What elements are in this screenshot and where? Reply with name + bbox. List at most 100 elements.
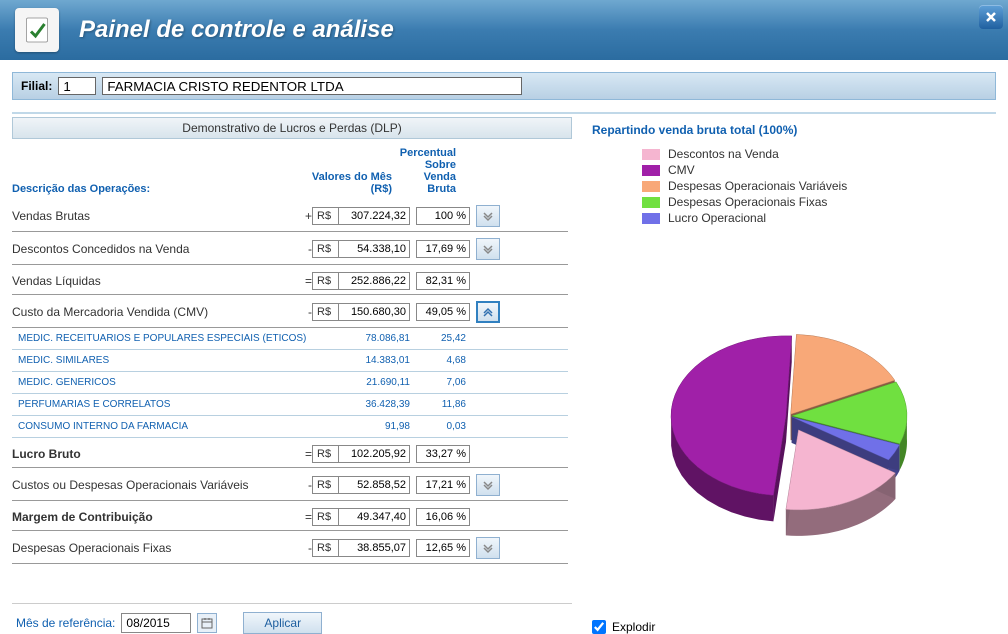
legend-item: Lucro Operacional xyxy=(642,211,996,225)
row-sign: - xyxy=(302,305,312,319)
table-row: Custo da Mercadoria Vendida (CMV)-R$150.… xyxy=(12,295,568,328)
row-value: 49.347,40 xyxy=(338,508,410,526)
chart-legend: Descontos na VendaCMVDespesas Operaciona… xyxy=(582,147,996,227)
filial-label: Filial: xyxy=(21,79,52,93)
subrow-value: 36.428,39 xyxy=(312,399,410,410)
row-value: 252.886,22 xyxy=(338,272,410,290)
row-sign: = xyxy=(302,510,312,524)
table-row: Custos ou Despesas Operacionais Variávei… xyxy=(12,468,568,501)
table-row: Descontos Concedidos na Venda-R$54.338,1… xyxy=(12,232,568,265)
subrow-percent: 11,86 xyxy=(410,399,470,410)
row-desc: Lucro Bruto xyxy=(12,447,302,461)
row-sign: = xyxy=(302,447,312,461)
row-percent: 12,65 % xyxy=(416,539,470,557)
subrow-value: 78.086,81 xyxy=(312,333,410,344)
subrow-desc: CONSUMO INTERNO DA FARMACIA xyxy=(12,421,312,432)
row-currency: R$ xyxy=(312,508,338,526)
row-desc: Custos ou Despesas Operacionais Variávei… xyxy=(12,478,302,492)
chevron-double-down-icon xyxy=(482,210,494,222)
app-title: Painel de controle e análise xyxy=(79,16,394,44)
row-desc: Vendas Brutas xyxy=(12,209,302,223)
chevron-double-down-icon xyxy=(482,479,494,491)
reference-bar: Mês de referência: Aplicar xyxy=(12,604,572,634)
subrow-percent: 7,06 xyxy=(410,377,470,388)
close-button[interactable] xyxy=(979,5,1003,29)
row-value: 307.224,32 xyxy=(338,207,410,225)
column-headers: Descrição das Operações: Valores do Mês … xyxy=(12,143,568,199)
explode-label: Explodir xyxy=(612,620,655,634)
calendar-button[interactable] xyxy=(197,613,217,633)
subrow-value: 21.690,11 xyxy=(312,377,410,388)
table-row: Margem de Contribuição=R$49.347,4016,06 … xyxy=(12,501,568,531)
table-subrow: MEDIC. RECEITUARIOS E POPULARES ESPECIAI… xyxy=(12,328,568,350)
apply-button[interactable]: Aplicar xyxy=(243,612,322,634)
expand-button[interactable] xyxy=(476,205,500,227)
subrow-value: 14.383,01 xyxy=(312,355,410,366)
legend-swatch xyxy=(642,213,660,224)
row-currency: R$ xyxy=(312,303,338,321)
collapse-button[interactable] xyxy=(476,301,500,323)
section-title: Demonstrativo de Lucros e Perdas (DLP) xyxy=(12,117,572,139)
expand-button[interactable] xyxy=(476,537,500,559)
subrow-desc: PERFUMARIAS E CORRELATOS xyxy=(12,399,312,410)
legend-item: Despesas Operacionais Fixas xyxy=(642,195,996,209)
row-value: 38.855,07 xyxy=(338,539,410,557)
explode-checkbox[interactable] xyxy=(592,620,606,634)
app-header: Painel de controle e análise xyxy=(0,0,1008,60)
row-currency: R$ xyxy=(312,445,338,463)
row-currency: R$ xyxy=(312,207,338,225)
ref-month-input[interactable] xyxy=(121,613,191,633)
legend-swatch xyxy=(642,149,660,160)
calendar-icon xyxy=(201,617,213,629)
row-value: 150.680,30 xyxy=(338,303,410,321)
app-logo-icon xyxy=(15,8,59,52)
row-desc: Descontos Concedidos na Venda xyxy=(12,242,302,256)
row-currency: R$ xyxy=(312,476,338,494)
filial-number-input[interactable] xyxy=(58,77,96,95)
row-sign: - xyxy=(302,478,312,492)
ref-label: Mês de referência: xyxy=(16,616,115,630)
row-percent: 100 % xyxy=(416,207,470,225)
row-percent: 17,69 % xyxy=(416,240,470,258)
chart-title: Repartindo venda bruta total (100%) xyxy=(582,117,996,147)
row-currency: R$ xyxy=(312,539,338,557)
row-desc: Vendas Líquidas xyxy=(12,274,302,288)
legend-swatch xyxy=(642,165,660,176)
row-desc: Custo da Mercadoria Vendida (CMV) xyxy=(12,305,302,319)
table-row: Vendas Brutas+R$307.224,32 100 % xyxy=(12,199,568,232)
row-sign: + xyxy=(302,209,312,223)
legend-item: Descontos na Venda xyxy=(642,147,996,161)
legend-item: Despesas Operacionais Variáveis xyxy=(642,179,996,193)
subrow-desc: MEDIC. GENERICOS xyxy=(12,377,312,388)
expand-button[interactable] xyxy=(476,474,500,496)
row-value: 54.338,10 xyxy=(338,240,410,258)
subrow-percent: 4,68 xyxy=(410,355,470,366)
row-sign: = xyxy=(302,274,312,288)
row-value: 52.858,52 xyxy=(338,476,410,494)
legend-swatch xyxy=(642,197,660,208)
row-currency: R$ xyxy=(312,272,338,290)
legend-label: Despesas Operacionais Fixas xyxy=(668,195,827,209)
table-row: Lucro Bruto=R$102.205,92 33,27 % xyxy=(12,438,568,468)
close-icon xyxy=(985,11,997,23)
row-percent: 16,06 % xyxy=(416,508,470,526)
table-subrow: MEDIC. GENERICOS21.690,117,06 xyxy=(12,372,568,394)
row-percent: 33,27 % xyxy=(416,445,470,463)
dlp-table-scroll[interactable]: Descrição das Operações: Valores do Mês … xyxy=(12,143,572,604)
filial-name-input[interactable] xyxy=(102,77,522,95)
expand-button[interactable] xyxy=(476,238,500,260)
subrow-value: 91,98 xyxy=(312,421,410,432)
row-percent: 49,05 % xyxy=(416,303,470,321)
row-sign: - xyxy=(302,242,312,256)
row-sign: - xyxy=(302,541,312,555)
subrow-percent: 0,03 xyxy=(410,421,470,432)
row-percent: 17,21 % xyxy=(416,476,470,494)
legend-label: Despesas Operacionais Variáveis xyxy=(668,179,847,193)
row-currency: R$ xyxy=(312,240,338,258)
legend-label: Descontos na Venda xyxy=(668,147,779,161)
legend-swatch xyxy=(642,181,660,192)
chevron-double-down-icon xyxy=(482,542,494,554)
row-value: 102.205,92 xyxy=(338,445,410,463)
row-percent: 82,31 % xyxy=(416,272,470,290)
col-pct: Percentual Sobre Venda Bruta xyxy=(392,147,460,195)
